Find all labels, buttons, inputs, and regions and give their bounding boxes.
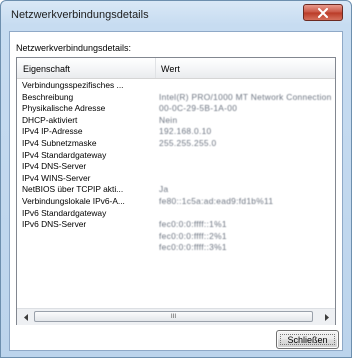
column-header-value[interactable]: Wert bbox=[161, 64, 180, 74]
property-cell: DHCP-aktiviert bbox=[22, 114, 78, 125]
property-cell: IPv4 WINS-Server bbox=[22, 172, 91, 183]
window-title: Netzwerkverbindungsdetails bbox=[11, 9, 149, 21]
value-cell: Ja bbox=[159, 184, 169, 195]
property-cell: IPv4 Subnetzmaske bbox=[22, 137, 97, 148]
value-cell: fec0:0:0:ffff::1%1 bbox=[159, 219, 227, 230]
property-cell: IPv6 Standardgateway bbox=[22, 207, 107, 218]
dialog-window: Netzwerkverbindungsdetails Netzwerkverbi… bbox=[0, 0, 352, 358]
table-row[interactable]: NetBIOS über TCPIP akti... Ja bbox=[17, 184, 335, 196]
listview-header: Eigenschaft Wert bbox=[17, 58, 335, 79]
table-row[interactable]: IPv4 Standardgateway bbox=[17, 150, 335, 162]
value-cell: 00-0C-29-5B-1A-00 bbox=[159, 103, 238, 114]
table-row[interactable]: Verbindungslokale IPv6-A... fe80::1c5a:ad… bbox=[17, 196, 335, 208]
window-close-button[interactable] bbox=[303, 4, 343, 21]
listview-rows: Verbindungsspezifisches ... Beschreibung I… bbox=[17, 80, 335, 254]
close-button[interactable]: Schließen bbox=[276, 330, 339, 349]
property-cell: IPv4 DNS-Server bbox=[22, 161, 87, 172]
value-cell: 192.168.0.10 bbox=[159, 126, 212, 137]
table-row[interactable]: Verbindungsspezifisches ... bbox=[17, 80, 335, 92]
title-bar[interactable]: Netzwerkverbindungsdetails bbox=[1, 1, 351, 27]
table-row[interactable]: IPv4 DNS-Server bbox=[17, 161, 335, 173]
property-cell: NetBIOS über TCPIP akti... bbox=[22, 184, 124, 195]
scroll-right-arrow-icon[interactable] bbox=[319, 310, 334, 324]
property-cell: Verbindungslokale IPv6-A... bbox=[22, 195, 125, 206]
property-cell: IPv4 Standardgateway bbox=[22, 149, 107, 160]
table-row[interactable]: IPv6 DNS-Server fec0:0:0:ffff::1%1 bbox=[17, 219, 335, 231]
table-row[interactable]: fec0:0:0:ffff::3%1 bbox=[17, 242, 335, 254]
property-cell: IPv4 IP-Adresse bbox=[22, 126, 83, 137]
close-button-label: Schließen bbox=[287, 334, 328, 345]
table-row[interactable]: IPv4 Subnetzmaske 255.255.255.0 bbox=[17, 138, 335, 150]
table-row[interactable]: DHCP-aktiviert Nein bbox=[17, 115, 335, 127]
table-row[interactable]: Physikalische Adresse 00-0C-29-5B-1A-00 bbox=[17, 103, 335, 115]
table-row[interactable]: Beschreibung Intel(R) PRO/1000 MT Network… bbox=[17, 92, 335, 104]
table-row[interactable]: IPv6 Standardgateway bbox=[17, 208, 335, 220]
table-row[interactable]: IPv4 WINS-Server bbox=[17, 173, 335, 185]
value-cell: 255.255.255.0 bbox=[159, 137, 217, 148]
column-header-property[interactable]: Eigenschaft bbox=[23, 64, 70, 74]
value-cell: Intel(R) PRO/1000 MT Network Connection bbox=[159, 91, 332, 102]
value-cell: Nein bbox=[159, 114, 178, 125]
value-cell: fec0:0:0:ffff::2%1 bbox=[159, 230, 227, 241]
property-cell: Physikalische Adresse bbox=[22, 103, 106, 114]
property-cell: IPv6 DNS-Server bbox=[22, 219, 87, 230]
details-listview[interactable]: Eigenschaft Wert Verbindungsspezifisches… bbox=[16, 57, 336, 325]
scroll-left-arrow-icon[interactable] bbox=[18, 310, 33, 324]
value-cell: fe80::1c5a:ad:ead9:fd1b%11 bbox=[159, 195, 274, 206]
property-cell: Beschreibung bbox=[22, 91, 74, 102]
scrollbar-thumb[interactable]: III bbox=[34, 311, 313, 322]
value-cell: fec0:0:0:ffff::3%1 bbox=[159, 242, 227, 253]
horizontal-scrollbar[interactable]: III bbox=[17, 308, 335, 325]
column-divider[interactable] bbox=[155, 58, 156, 78]
table-row[interactable]: fec0:0:0:ffff::2%1 bbox=[17, 231, 335, 243]
property-cell: Verbindungsspezifisches ... bbox=[22, 80, 124, 90]
table-row[interactable]: IPv4 IP-Adresse 192.168.0.10 bbox=[17, 126, 335, 138]
section-label: Netzwerkverbindungsdetails: bbox=[16, 43, 132, 53]
close-x-icon bbox=[318, 7, 328, 18]
dialog-content: Netzwerkverbindungsdetails: Eigenschaft … bbox=[9, 31, 343, 351]
scrollbar-grip: III bbox=[170, 313, 177, 320]
